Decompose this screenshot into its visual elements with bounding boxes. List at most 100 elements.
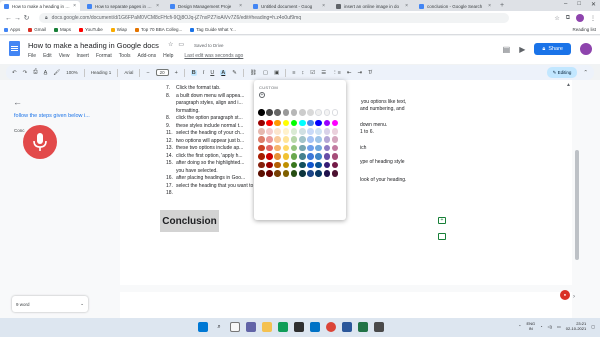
highlight-icon[interactable]: ✎ (232, 70, 237, 76)
color-swatch[interactable] (323, 169, 331, 177)
undo-icon[interactable]: ↶ (12, 70, 17, 76)
spellcheck-icon[interactable]: A̲ (44, 70, 48, 76)
color-swatch[interactable] (298, 161, 306, 169)
color-swatch[interactable] (282, 119, 290, 127)
menu-item[interactable]: Tools (119, 53, 131, 59)
outline-sub-item[interactable]: Conc (14, 128, 25, 133)
bookmark-item[interactable]: Maps (54, 27, 71, 32)
color-swatch[interactable] (323, 109, 331, 116)
color-swatch[interactable] (307, 136, 314, 143)
color-swatch[interactable] (331, 119, 339, 127)
color-swatch[interactable] (331, 136, 339, 143)
new-tab-button[interactable]: + (500, 1, 504, 11)
language-indicator[interactable]: ENG IN (526, 321, 535, 331)
color-swatch[interactable] (315, 169, 322, 177)
color-swatch[interactable] (282, 136, 290, 143)
color-swatch[interactable] (307, 144, 314, 152)
color-swatch[interactable] (282, 161, 290, 169)
search-icon[interactable]: ⌕ (214, 322, 224, 332)
color-swatch[interactable] (282, 109, 290, 116)
edge-icon[interactable] (278, 322, 288, 332)
color-swatch[interactable] (266, 127, 273, 135)
volume-icon[interactable]: ◁) (548, 324, 552, 329)
color-swatch[interactable] (266, 153, 273, 160)
browser-tab[interactable]: Untitled document - Goog × (249, 1, 329, 11)
color-swatch[interactable] (298, 153, 306, 160)
share-button[interactable]: 🔒︎ Share (534, 43, 571, 55)
text-color-icon[interactable]: A (220, 69, 227, 76)
color-swatch[interactable] (315, 109, 322, 116)
outline-heading-item[interactable]: follow the steps given below i... (14, 113, 90, 119)
color-swatch[interactable] (298, 127, 306, 135)
color-swatch[interactable] (274, 153, 281, 160)
checklist-icon[interactable]: ☑ (310, 70, 315, 76)
color-swatch[interactable] (266, 144, 273, 152)
color-swatch[interactable] (298, 109, 306, 116)
color-swatch[interactable] (258, 169, 265, 177)
document-page-next[interactable] (120, 292, 572, 318)
minimize-button[interactable]: – (564, 1, 567, 8)
color-swatch[interactable] (258, 161, 265, 169)
paint-format-icon[interactable]: 🖌︎ (53, 70, 60, 76)
battery-icon[interactable]: ▭ (557, 324, 561, 329)
tray-up-icon[interactable]: ⌃ (518, 324, 521, 329)
color-swatch[interactable] (315, 127, 322, 135)
color-swatch[interactable] (258, 153, 265, 160)
color-swatch[interactable] (282, 153, 290, 160)
extension-badge-icon[interactable]: ● (560, 290, 570, 300)
comment-history-icon[interactable]: ▤ (503, 45, 511, 54)
color-swatch[interactable] (315, 161, 322, 169)
line-spacing-icon[interactable]: ↕ (302, 70, 305, 76)
reading-list[interactable]: Reading list (572, 27, 596, 32)
color-swatch[interactable] (307, 127, 314, 135)
zoom-select[interactable]: 100% (66, 70, 78, 75)
browser-tab[interactable]: insert an online image in do × (332, 1, 412, 11)
color-swatch[interactable] (274, 144, 281, 152)
color-swatch[interactable] (323, 144, 331, 152)
color-swatch[interactable] (274, 136, 281, 143)
start-icon[interactable] (198, 322, 208, 332)
bold-icon[interactable]: B (190, 69, 197, 76)
word-count-box[interactable]: 9 word ⌄ (12, 296, 88, 312)
expand-side-panel-icon[interactable]: › (573, 294, 575, 300)
browser-tab[interactable]: How to make a heading in Goo × (0, 1, 80, 11)
color-swatch[interactable] (274, 169, 281, 177)
task-view-icon[interactable] (230, 322, 240, 332)
close-tab-icon[interactable]: × (322, 3, 325, 9)
excel-icon[interactable] (358, 322, 368, 332)
link-icon[interactable]: ⛓︎ (250, 70, 257, 76)
wifi-icon[interactable]: ◔ (540, 324, 542, 329)
color-swatch[interactable] (266, 161, 273, 169)
numbered-list-icon[interactable]: ⋮≡ (332, 70, 341, 76)
document-title[interactable]: How to make a heading in Google docs (28, 41, 159, 50)
indent-more-icon[interactable]: ⇥ (357, 70, 362, 76)
color-swatch[interactable] (290, 136, 298, 143)
close-outline-icon[interactable]: ← (13, 97, 22, 107)
voice-typing-button[interactable] (23, 125, 57, 159)
close-window-button[interactable]: ✕ (591, 1, 596, 8)
color-swatch[interactable] (290, 153, 298, 160)
bullets-icon[interactable]: ☰ (321, 70, 326, 76)
color-swatch[interactable] (323, 119, 331, 127)
color-swatch[interactable] (258, 127, 265, 135)
clear-format-icon[interactable]: T̸ (368, 70, 371, 76)
extensions-icon[interactable]: ⧉ (566, 15, 570, 22)
color-swatch[interactable] (258, 109, 265, 116)
color-swatch[interactable] (323, 161, 331, 169)
collapse-menus-icon[interactable]: ⌃ (583, 70, 588, 76)
color-swatch[interactable] (274, 161, 281, 169)
color-swatch[interactable] (331, 153, 339, 160)
color-swatch[interactable] (290, 109, 298, 116)
bookmark-item[interactable]: Tag Guide What Y... (190, 27, 236, 32)
browser-tab[interactable]: How to separate pages in Goo × (83, 1, 163, 11)
color-swatch[interactable] (298, 144, 306, 152)
color-swatch[interactable] (266, 169, 273, 177)
color-swatch[interactable] (315, 119, 322, 127)
color-swatch[interactable] (331, 109, 339, 116)
back-icon[interactable]: ← (4, 15, 13, 22)
color-swatch[interactable] (307, 161, 314, 169)
font-select[interactable]: Arial (124, 70, 133, 75)
maximize-button[interactable]: □ (577, 1, 581, 8)
color-swatch[interactable] (307, 119, 314, 127)
bookmark-item[interactable]: Wiap (110, 27, 127, 32)
